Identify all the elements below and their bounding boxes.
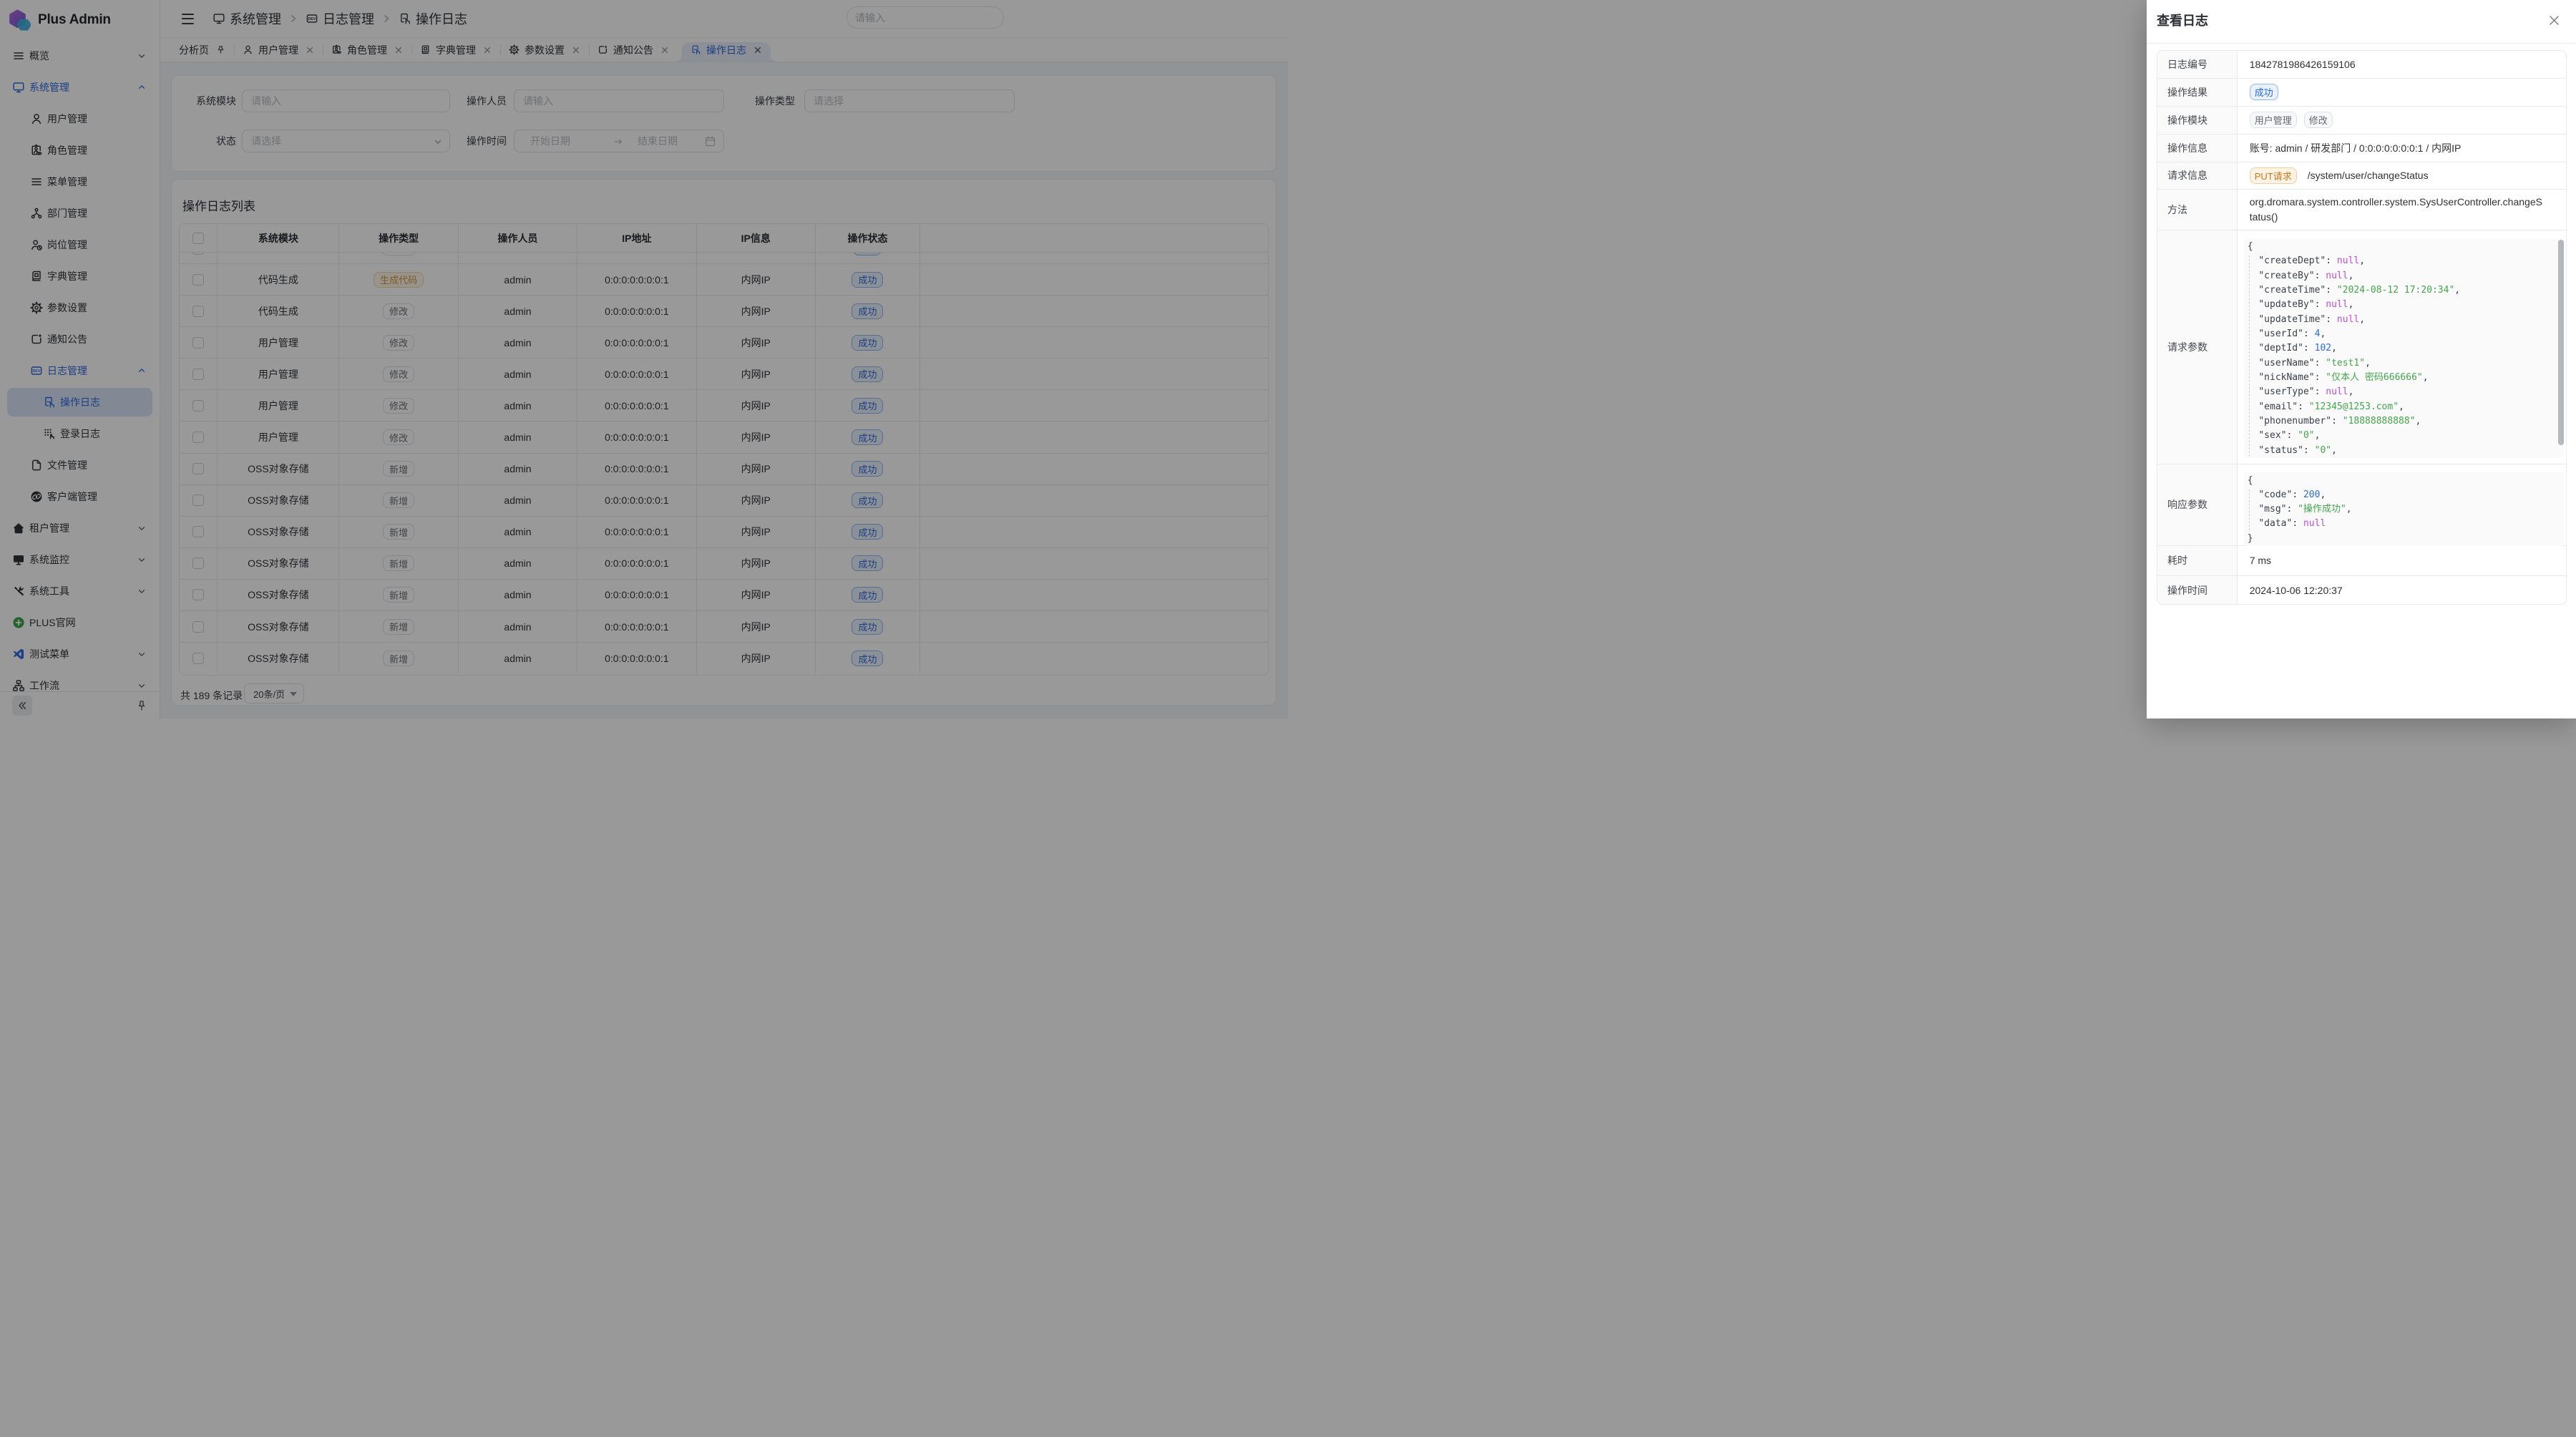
detail-text: 2024-10-06 12:20:37 xyxy=(2250,585,2343,596)
detail-label: 操作结果 xyxy=(2157,79,2238,106)
detail-label: 方法 xyxy=(2157,190,2238,230)
detail-label: 操作时间 xyxy=(2157,576,2238,604)
request-url: /system/user/changeStatus xyxy=(2308,170,2429,181)
detail-text: 7 ms xyxy=(2250,555,2271,566)
detail-row-耗时: 耗时 7 ms xyxy=(2157,546,2566,577)
detail-tag: 成功 xyxy=(2250,84,2278,100)
drawer-header: 查看日志 xyxy=(2147,0,2576,44)
indent-guide xyxy=(2249,255,2250,457)
detail-value: { "createDept": null, "createBy": null, … xyxy=(2238,230,2566,464)
detail-row-请求信息: 请求信息PUT请求/system/user/changeStatus xyxy=(2157,162,2566,190)
detail-tag: 修改 xyxy=(2304,112,2333,128)
detail-label: 耗时 xyxy=(2157,546,2238,576)
detail-value: 7 ms xyxy=(2238,546,2566,576)
scrollbar-thumb[interactable] xyxy=(2558,240,2564,445)
detail-row-响应参数: 响应参数{ "code": 200, "msg": "操作成功", "data"… xyxy=(2157,464,2566,546)
detail-value: PUT请求/system/user/changeStatus xyxy=(2238,162,2566,190)
detail-label: 日志编号 xyxy=(2157,51,2238,79)
detail-label: 请求信息 xyxy=(2157,162,2238,190)
method-text: org.dromara.system.controller.system.Sys… xyxy=(2250,195,2555,225)
detail-row-操作结果: 操作结果成功 xyxy=(2157,79,2566,107)
detail-value: 成功 xyxy=(2238,79,2566,106)
drawer-title: 查看日志 xyxy=(2157,11,2208,29)
view-log-drawer: 查看日志 日志编号1842781986426159106操作结果成功操作模块用户… xyxy=(2147,0,2576,718)
indent-guide xyxy=(2249,489,2250,531)
detail-label: 请求参数 xyxy=(2157,230,2238,464)
detail-value: 账号: admin / 研发部门 / 0:0:0:0:0:0:0:1 / 内网I… xyxy=(2238,135,2566,162)
json-code-block: { "code": 200, "msg": "操作成功", "data": nu… xyxy=(2244,472,2564,547)
detail-value: org.dromara.system.controller.system.Sys… xyxy=(2238,190,2566,230)
detail-row-请求参数: 请求参数{ "createDept": null, "createBy": nu… xyxy=(2157,230,2566,464)
detail-row-日志编号: 日志编号 1842781986426159106 xyxy=(2157,51,2566,79)
request-method-tag: PUT请求 xyxy=(2250,167,2297,184)
detail-value: { "code": 200, "msg": "操作成功", "data": nu… xyxy=(2238,464,2566,545)
detail-label: 响应参数 xyxy=(2157,464,2238,545)
detail-value: 2024-10-06 12:20:37 xyxy=(2238,576,2566,604)
detail-value: 1842781986426159106 xyxy=(2238,51,2566,79)
detail-text: 1842781986426159106 xyxy=(2250,59,2356,70)
detail-label: 操作信息 xyxy=(2157,135,2238,162)
detail-label: 操作模块 xyxy=(2157,107,2238,135)
json-code-block: { "createDept": null, "createBy": null, … xyxy=(2244,238,2564,458)
detail-text: 账号: admin / 研发部门 / 0:0:0:0:0:0:0:1 / 内网I… xyxy=(2250,141,2462,155)
detail-row-操作模块: 操作模块用户管理修改 xyxy=(2157,107,2566,135)
log-detail-table: 日志编号1842781986426159106操作结果成功操作模块用户管理修改操… xyxy=(2157,50,2567,605)
detail-row-操作时间: 操作时间 2024-10-06 12:20:37 xyxy=(2157,576,2566,604)
close-icon[interactable] xyxy=(2549,15,2558,24)
detail-row-操作信息: 操作信息账号: admin / 研发部门 / 0:0:0:0:0:0:0:1 /… xyxy=(2157,135,2566,162)
detail-value: 用户管理修改 xyxy=(2238,107,2566,135)
detail-tag: 用户管理 xyxy=(2250,112,2297,128)
detail-row-方法: 方法 org.dromara.system.controller.system.S… xyxy=(2157,190,2566,230)
